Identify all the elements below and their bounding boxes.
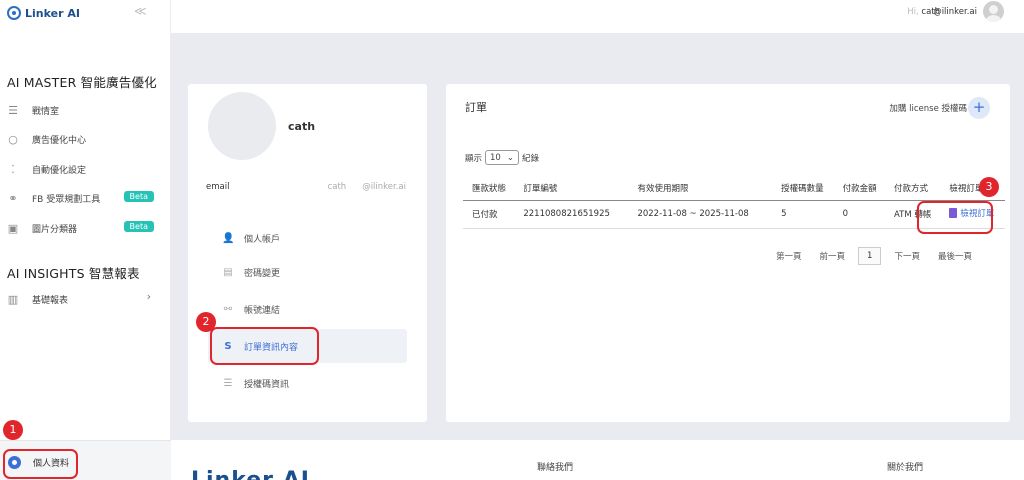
- profile-card: cath email cath @ilinker.ai 👤 個人帳戶 ▤ 密碼變…: [188, 84, 427, 422]
- col-amount: 付款金額: [833, 176, 886, 201]
- menu-license-info[interactable]: ☰ 授權碼資訊: [208, 366, 407, 400]
- logo-text: Linker AI: [25, 6, 80, 20]
- col-method: 付款方式: [885, 176, 941, 201]
- pagination: 第一頁 前一頁 1 下一頁 最後一頁: [767, 247, 981, 265]
- sidebar: Linker AI ≪ AI MASTER 智能廣告優化 ☰ 戰情室 ○ 廣告優…: [0, 0, 171, 480]
- show-label: 顯示: [465, 153, 483, 164]
- annotation-badge-3: 3: [979, 177, 999, 197]
- footer-about-link[interactable]: 關於我們: [887, 460, 923, 473]
- app-logo[interactable]: Linker AI: [7, 6, 80, 20]
- lock-icon: ▤: [223, 266, 233, 278]
- pager-first[interactable]: 第一頁: [767, 250, 811, 262]
- cell-period: 2022-11-08 ~ 2025-11-08: [628, 200, 773, 229]
- link-icon: ⚯: [223, 303, 233, 315]
- col-period: 有效使用期限: [628, 176, 773, 201]
- collapse-sidebar-icon[interactable]: ≪: [134, 4, 147, 18]
- pager-last[interactable]: 最後一頁: [929, 250, 981, 262]
- add-license-button[interactable]: +: [968, 97, 990, 119]
- email-row: email cath @ilinker.ai: [206, 182, 406, 192]
- sidebar-item-ad-optimization[interactable]: ○ 廣告優化中心: [7, 130, 157, 148]
- cell-amount: 0: [833, 200, 886, 229]
- chevron-right-icon: ›: [146, 290, 151, 303]
- annotation-badge-1: 1: [3, 420, 23, 440]
- chart-icon: ▥: [7, 292, 19, 306]
- email-user: cath: [327, 182, 347, 192]
- annotation-box-2: [210, 327, 319, 365]
- col-status: 匯款狀態: [463, 176, 515, 201]
- greeting-text: Hi,: [907, 7, 919, 17]
- cell-status: 已付款: [463, 200, 515, 229]
- menu-label: 個人帳戶: [244, 234, 281, 245]
- logo-icon: [7, 6, 21, 20]
- chevron-down-icon: ⌄: [506, 152, 514, 163]
- page-size-select[interactable]: 10 ⌄: [485, 150, 519, 165]
- sidebar-item-label: 基礎報表: [32, 295, 69, 306]
- email-label: email: [206, 182, 230, 192]
- footer-contact-link[interactable]: 聯絡我們: [537, 460, 573, 473]
- annotation-box-1: [3, 449, 78, 479]
- menu-personal-account[interactable]: 👤 個人帳戶: [208, 221, 407, 255]
- page-size-value: 10: [490, 152, 501, 163]
- circle-icon: ○: [8, 132, 18, 146]
- footer-logo: Linker AI: [191, 468, 310, 480]
- section-title-ai-insights: AI INSIGHTS 智慧報表: [7, 266, 140, 281]
- pager-prev[interactable]: 前一頁: [811, 250, 855, 262]
- menu-password-change[interactable]: ▤ 密碼變更: [208, 255, 407, 289]
- annotation-box-3: [917, 201, 993, 234]
- avatar[interactable]: [983, 1, 1004, 22]
- beta-badge: Beta: [123, 221, 154, 232]
- col-order-no: 訂單編號: [514, 176, 629, 201]
- orders-card: 訂單 加購 license 授權碼 + 顯示 10 ⌄ 紀錄 匯款狀態 訂單編號…: [446, 84, 1010, 422]
- menu-label: 授權碼資訊: [244, 379, 290, 390]
- image-icon: ▣: [7, 221, 19, 235]
- table-header-row: 匯款狀態 訂單編號 有效使用期限 授權碼數量 付款金額 付款方式 檢視訂單: [463, 176, 1005, 201]
- sidebar-item-fb-audience[interactable]: ⚭ FB 受眾規劃工具 Beta: [7, 189, 157, 207]
- cell-order-no: 2211080821651925: [514, 200, 629, 229]
- cell-qty: 5: [772, 200, 834, 229]
- sidebar-item-label: 自動優化設定: [32, 165, 87, 176]
- list-icon: ☰: [8, 103, 18, 117]
- sidebar-item-label: FB 受眾規劃工具: [32, 194, 101, 205]
- user-email: @ilinker.ai: [933, 7, 977, 17]
- sidebar-item-basic-report[interactable]: ▥ 基礎報表 ›: [7, 290, 157, 308]
- pager-next[interactable]: 下一頁: [885, 250, 929, 262]
- pager-current[interactable]: 1: [858, 247, 882, 265]
- profile-name: cath: [288, 120, 316, 133]
- records-label: 紀錄: [521, 153, 539, 164]
- page-footer: Linker AI 聯絡我們 關於我們: [171, 440, 1024, 480]
- sidebar-item-label: 廣告優化中心: [32, 135, 87, 146]
- annotation-badge-2: 2: [196, 312, 216, 332]
- dots-icon: ⁚: [11, 162, 15, 176]
- page-size-row: 顯示 10 ⌄ 紀錄: [465, 150, 539, 165]
- email-domain: @ilinker.ai: [362, 182, 406, 192]
- beta-badge: Beta: [123, 191, 154, 202]
- profile-avatar: [208, 92, 276, 160]
- section-title-ai-master: AI MASTER 智能廣告優化: [7, 75, 157, 90]
- col-qty: 授權碼數量: [772, 176, 834, 201]
- orders-title: 訂單: [465, 101, 487, 114]
- menu-label: 帳號連結: [244, 305, 281, 316]
- sidebar-item-label: 圖片分類器: [32, 224, 78, 235]
- top-header: Hi, cath @ilinker.ai: [171, 0, 1024, 33]
- sidebar-item-image-classifier[interactable]: ▣ 圖片分類器 Beta: [7, 219, 157, 237]
- menu-label: 密碼變更: [244, 268, 281, 279]
- sidebar-item-auto-optimization[interactable]: ⁚ 自動優化設定: [7, 160, 157, 178]
- menu-account-link[interactable]: ⚯ 帳號連結: [208, 292, 407, 326]
- list-icon: ☰: [223, 377, 233, 389]
- add-license-label[interactable]: 加購 license 授權碼: [889, 102, 967, 114]
- user-icon: 👤: [222, 232, 235, 244]
- binoculars-icon: ⚭: [8, 191, 18, 205]
- sidebar-item-label: 戰情室: [32, 106, 60, 117]
- sidebar-item-war-room[interactable]: ☰ 戰情室: [7, 101, 157, 119]
